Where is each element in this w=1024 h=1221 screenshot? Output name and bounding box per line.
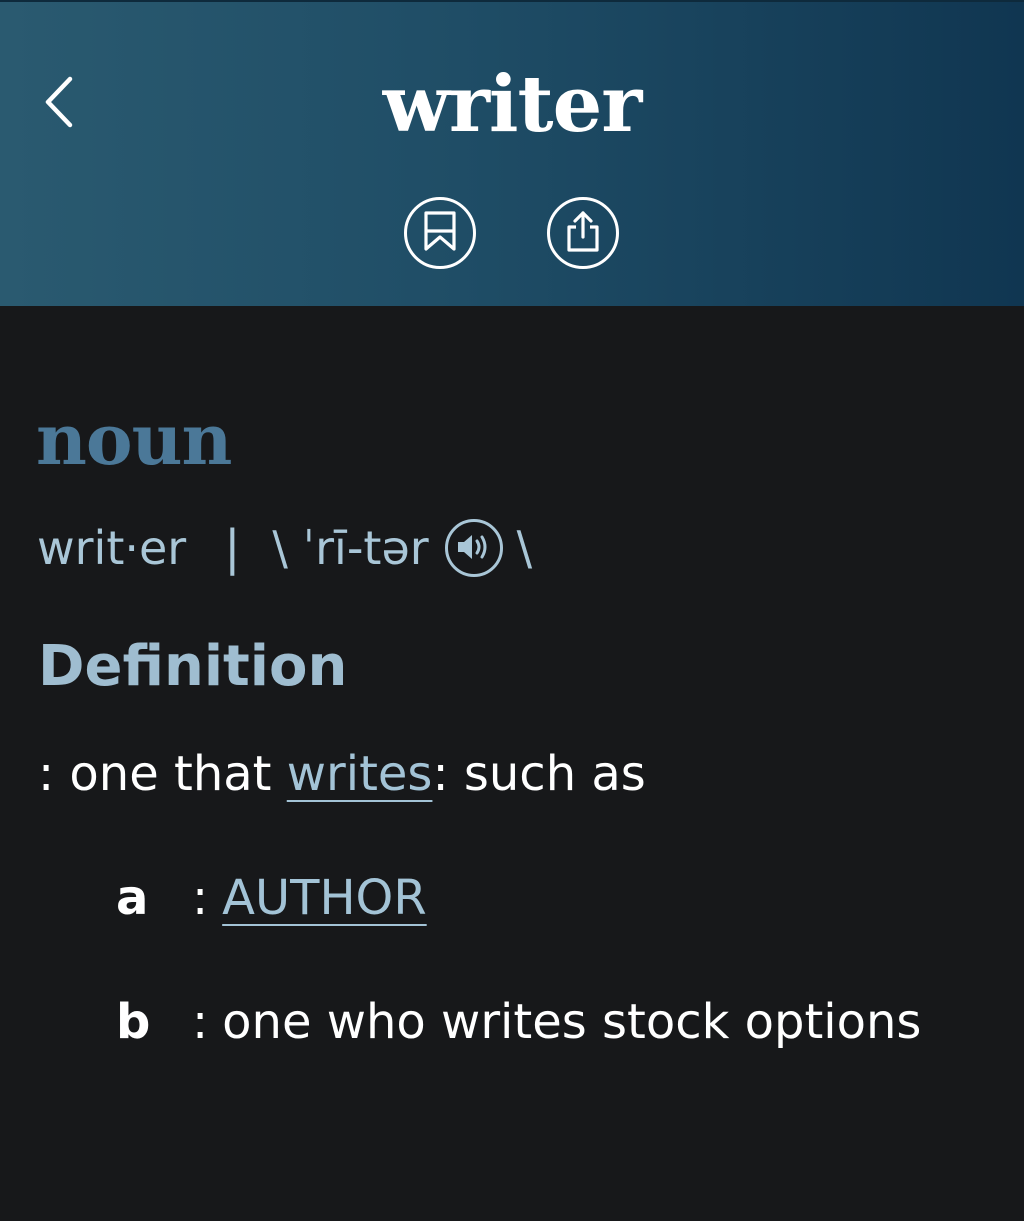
- pronunciation-line: writ·er | \ ˈrī-tər \: [37, 518, 532, 578]
- header-bar: writer: [0, 0, 1024, 306]
- sense-b: b : one who writes stock options: [116, 992, 921, 1052]
- writes-link[interactable]: writes: [287, 746, 433, 802]
- sense-letter: a: [116, 870, 149, 926]
- page-title: writer: [382, 59, 643, 150]
- definition-text: : one that writes: such as: [38, 744, 646, 804]
- bookmark-icon: [422, 210, 458, 256]
- author-link[interactable]: AUTHOR: [222, 868, 427, 928]
- bookmark-button[interactable]: [404, 197, 476, 269]
- part-of-speech: noun: [36, 398, 232, 481]
- separator: |: [224, 520, 241, 576]
- speaker-icon: [454, 521, 494, 575]
- definition-heading: Definition: [38, 634, 348, 699]
- sense-a: a : AUTHOR: [116, 868, 427, 928]
- syllables: writ·er: [37, 521, 187, 575]
- sense-colon: :: [192, 994, 209, 1050]
- definition-prefix: : one that: [38, 746, 287, 802]
- sense-letter: b: [116, 994, 151, 1050]
- entry-content: noun writ·er | \ ˈrī-tər \ Definition : …: [0, 306, 1024, 1221]
- pronunciation-close: \: [516, 521, 533, 575]
- sense-text: one who writes stock options: [222, 994, 922, 1050]
- sense-colon: :: [192, 870, 209, 926]
- share-button[interactable]: [547, 197, 619, 269]
- pronunciation: \ ˈrī-tər: [272, 521, 429, 575]
- share-icon: [564, 209, 602, 257]
- play-pronunciation-button[interactable]: [444, 519, 503, 577]
- definition-suffix: : such as: [432, 746, 646, 802]
